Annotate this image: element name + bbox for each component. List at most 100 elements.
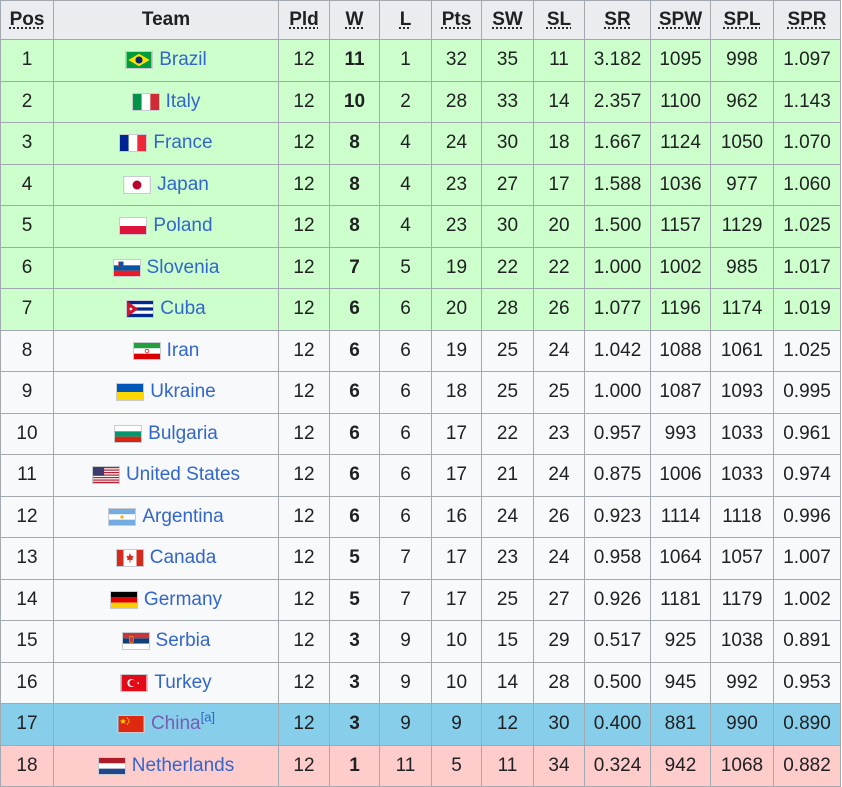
header-pld-label[interactable]: Pld	[289, 9, 319, 30]
team-link[interactable]: Japan	[157, 174, 209, 195]
japan-flag-icon[interactable]	[123, 175, 152, 194]
header-pts-label[interactable]: Pts	[442, 9, 472, 30]
sw-cell: 30	[481, 205, 534, 248]
team-link[interactable]: Iran	[167, 340, 200, 361]
team-link[interactable]: China	[151, 713, 201, 734]
poland-flag-icon[interactable]	[119, 217, 148, 236]
team-link[interactable]: Netherlands	[132, 755, 234, 776]
spw-cell: 1036	[650, 163, 711, 206]
team-link[interactable]: Cuba	[160, 298, 205, 319]
spl-cell: 998	[710, 39, 774, 82]
sr-cell: 1.042	[584, 329, 651, 372]
header-spr-label[interactable]: SPR	[787, 9, 826, 30]
header-w-label[interactable]: W	[346, 9, 364, 30]
spr-cell: 0.953	[773, 661, 841, 704]
brazil-flag-icon[interactable]	[125, 51, 154, 70]
w-cell: 7	[329, 246, 380, 289]
header-spl[interactable]: SPL	[710, 0, 774, 40]
team-cell: Cuba	[53, 288, 279, 331]
spr-cell: 0.961	[773, 412, 841, 455]
footnote-link[interactable]: [a]	[201, 710, 215, 725]
china-flag-icon[interactable]	[116, 715, 145, 734]
header-sl[interactable]: SL	[533, 0, 585, 40]
argentina-flag-icon[interactable]	[108, 507, 137, 526]
header-sw[interactable]: SW	[481, 0, 534, 40]
team-link[interactable]: Serbia	[156, 630, 211, 651]
pld-cell: 12	[278, 578, 330, 621]
turkey-flag-icon[interactable]	[120, 673, 149, 692]
header-pts[interactable]: Pts	[431, 0, 482, 40]
italy-flag-icon[interactable]	[131, 92, 160, 111]
team-link[interactable]: Canada	[150, 547, 217, 568]
team-cell: Bulgaria	[53, 412, 279, 455]
pts-cell: 24	[431, 122, 482, 165]
sl-cell: 24	[533, 329, 585, 372]
team-link[interactable]: Argentina	[142, 506, 223, 527]
team-link[interactable]: France	[153, 132, 212, 153]
sl-cell: 30	[533, 703, 585, 746]
header-spl-label[interactable]: SPL	[724, 9, 761, 30]
table-row: 11 United States 12 6 6 17 21 24 0.875 1006 1033 0.…	[0, 454, 841, 497]
team-cell: Slovenia	[53, 246, 279, 289]
header-w[interactable]: W	[329, 0, 380, 40]
netherlands-flag-icon[interactable]	[97, 756, 126, 775]
header-l-label[interactable]: L	[400, 9, 412, 30]
team-link[interactable]: Turkey	[154, 672, 211, 693]
pld-cell: 12	[278, 163, 330, 206]
pos-cell: 17	[0, 703, 54, 746]
l-cell: 5	[379, 246, 432, 289]
header-sr-label[interactable]: SR	[604, 9, 630, 30]
spl-cell: 977	[710, 163, 774, 206]
spr-cell: 0.996	[773, 495, 841, 538]
pts-cell: 10	[431, 661, 482, 704]
header-sl-label[interactable]: SL	[547, 9, 571, 30]
team-link[interactable]: Germany	[144, 589, 222, 610]
team-link[interactable]: Bulgaria	[148, 423, 218, 444]
header-spw-label[interactable]: SPW	[659, 9, 702, 30]
bulgaria-flag-icon[interactable]	[114, 424, 143, 443]
pts-cell: 20	[431, 288, 482, 331]
header-sr[interactable]: SR	[584, 0, 651, 40]
sw-cell: 21	[481, 454, 534, 497]
w-cell: 6	[329, 454, 380, 497]
sr-cell: 0.958	[584, 537, 651, 580]
pld-cell: 12	[278, 39, 330, 82]
team-link[interactable]: Slovenia	[147, 257, 220, 278]
sw-cell: 25	[481, 371, 534, 414]
spr-cell: 0.995	[773, 371, 841, 414]
header-spw[interactable]: SPW	[650, 0, 711, 40]
slovenia-flag-icon[interactable]	[112, 258, 141, 277]
header-sw-label[interactable]: SW	[492, 9, 523, 30]
spw-cell: 1100	[650, 80, 711, 123]
iran-flag-icon[interactable]	[132, 341, 161, 360]
header-l[interactable]: L	[379, 0, 432, 40]
cuba-flag-icon[interactable]	[126, 300, 155, 319]
team-link[interactable]: Brazil	[159, 49, 207, 70]
w-cell: 5	[329, 537, 380, 580]
header-spr[interactable]: SPR	[773, 0, 841, 40]
team-cell: Japan	[53, 163, 279, 206]
team-link[interactable]: Ukraine	[150, 381, 215, 402]
spw-cell: 1006	[650, 454, 711, 497]
germany-flag-icon[interactable]	[109, 590, 138, 609]
team-cell: Netherlands	[53, 744, 279, 787]
header-pld[interactable]: Pld	[278, 0, 330, 40]
team-link[interactable]: Poland	[153, 215, 212, 236]
header-pos[interactable]: Pos	[0, 0, 54, 40]
canada-flag-icon[interactable]	[115, 549, 144, 568]
spr-cell: 1.007	[773, 537, 841, 580]
sr-cell: 0.957	[584, 412, 651, 455]
serbia-flag-icon[interactable]	[121, 632, 150, 651]
usa-flag-icon[interactable]	[91, 466, 120, 485]
team-cell: United States	[53, 454, 279, 497]
france-flag-icon[interactable]	[119, 134, 148, 153]
sr-cell: 1.588	[584, 163, 651, 206]
team-link[interactable]: Italy	[166, 91, 201, 112]
w-cell: 6	[329, 371, 380, 414]
sw-cell: 25	[481, 329, 534, 372]
ukraine-flag-icon[interactable]	[116, 383, 145, 402]
l-cell: 4	[379, 122, 432, 165]
table-row: 8 Iran 12 6 6 19 25 24 1.042 1088 1061 1.025	[0, 329, 841, 372]
team-link[interactable]: United States	[126, 464, 240, 485]
header-pos-label[interactable]: Pos	[10, 9, 45, 30]
